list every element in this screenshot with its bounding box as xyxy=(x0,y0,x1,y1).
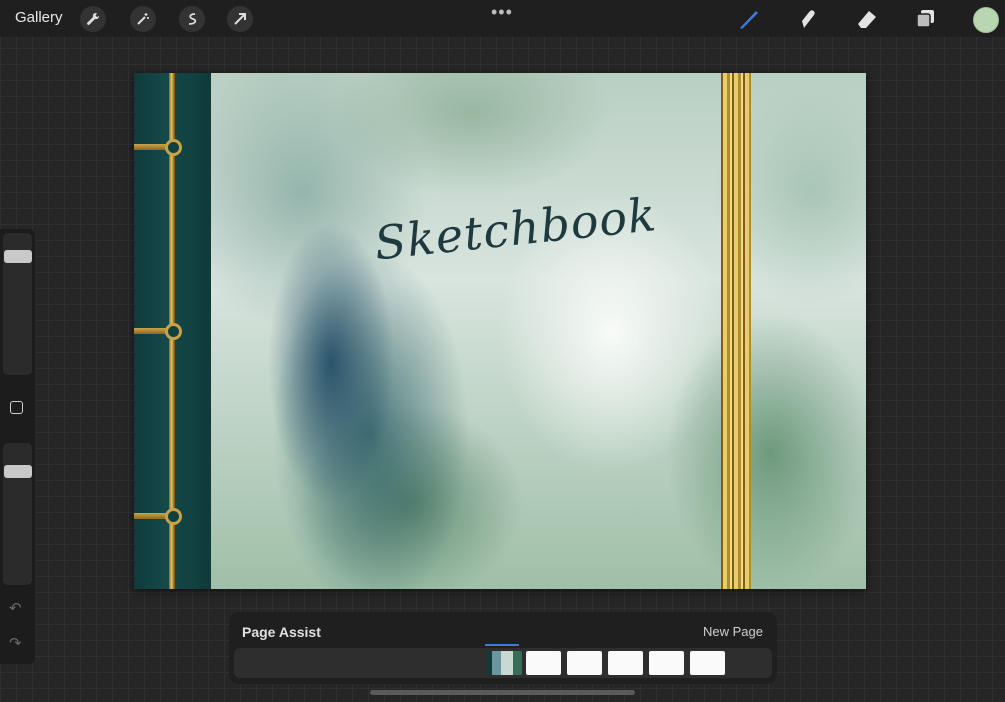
binding-ring xyxy=(165,508,182,525)
brush-icon[interactable] xyxy=(736,6,762,32)
watercolor-background xyxy=(211,73,866,589)
page-assist-title: Page Assist xyxy=(242,624,321,640)
artwork-canvas[interactable]: Sketchbook xyxy=(134,73,866,589)
active-page-indicator xyxy=(485,644,519,646)
selection-icon[interactable] xyxy=(179,6,205,32)
smudge-icon[interactable] xyxy=(795,6,821,32)
gold-stripe xyxy=(721,73,751,589)
actions-wrench-icon[interactable] xyxy=(80,6,106,32)
modify-button[interactable] xyxy=(10,401,23,414)
adjustments-magic-wand-icon[interactable] xyxy=(130,6,156,32)
page-thumbnail[interactable] xyxy=(526,651,561,675)
home-indicator[interactable] xyxy=(370,690,635,695)
page-thumbnail[interactable] xyxy=(649,651,684,675)
opacity-slider-thumb[interactable] xyxy=(4,464,32,478)
redo-icon[interactable]: ↷ xyxy=(9,634,22,652)
more-options-icon[interactable]: ••• xyxy=(491,2,513,23)
page-thumbnail[interactable] xyxy=(690,651,725,675)
page-thumbnail-strip xyxy=(234,648,772,678)
sidebar: ↶ ↷ xyxy=(0,229,35,664)
page-thumbnail[interactable] xyxy=(487,651,522,675)
layers-icon[interactable] xyxy=(913,6,939,32)
binding-ring xyxy=(165,323,182,340)
top-toolbar: Gallery ••• xyxy=(0,0,1005,37)
page-assist-panel: Page Assist New Page xyxy=(229,612,777,684)
gallery-button[interactable]: Gallery xyxy=(15,9,63,26)
page-thumbnail[interactable] xyxy=(567,651,602,675)
eraser-icon[interactable] xyxy=(854,6,880,32)
brush-size-slider-thumb[interactable] xyxy=(4,249,32,263)
transform-arrow-icon[interactable] xyxy=(227,6,253,32)
book-binding xyxy=(134,73,211,589)
color-picker-swatch[interactable] xyxy=(973,7,999,33)
new-page-button[interactable]: New Page xyxy=(703,624,763,639)
page-thumbnail[interactable] xyxy=(608,651,643,675)
undo-icon[interactable]: ↶ xyxy=(9,599,22,617)
binding-ring xyxy=(165,139,182,156)
